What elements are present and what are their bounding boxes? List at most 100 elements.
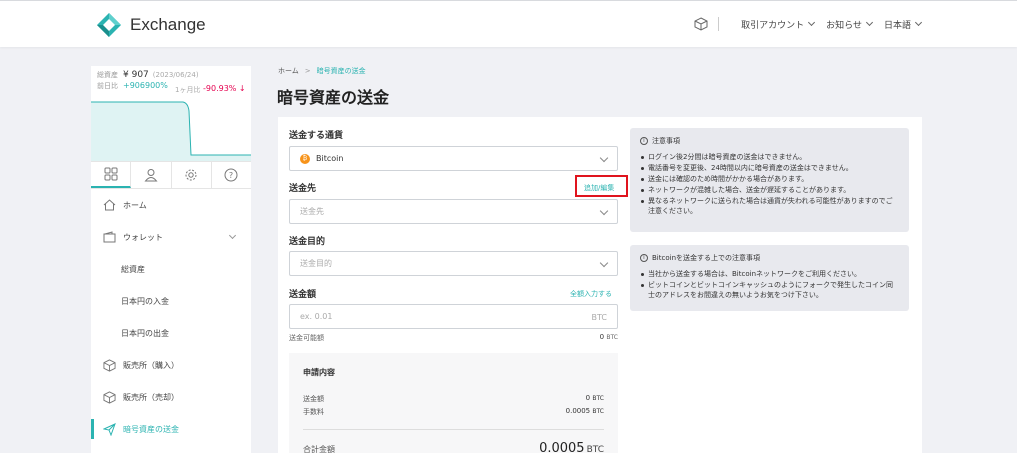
page-title: 暗号資産の送金	[277, 88, 390, 107]
sidebar-item-jpy-deposit[interactable]: 日本円の入金	[91, 285, 251, 317]
user-icon	[144, 169, 158, 182]
divider	[303, 429, 604, 430]
sidebar-item-label: 日本円の出金	[121, 328, 169, 338]
notice-item: ネットワークが混雑した場合、送金が遅延することがあります。	[640, 185, 899, 195]
account-menu[interactable]: 取引アカウント	[741, 18, 816, 31]
tab-settings[interactable]	[172, 162, 212, 188]
total-assets-value: ¥ 907	[123, 70, 149, 80]
chevron-down-icon	[808, 18, 816, 27]
svg-text:?: ?	[229, 171, 233, 180]
purpose-select[interactable]: 送金目的	[289, 251, 618, 276]
currency-selected: Bitcoin	[316, 154, 344, 163]
summary-unit: BTC	[592, 395, 604, 402]
destination-select[interactable]: 送金先	[289, 199, 618, 224]
purpose-placeholder: 送金目的	[300, 259, 332, 268]
grid-icon	[104, 167, 118, 181]
sidebar-tabs: ?	[91, 161, 251, 189]
available-unit: BTC	[606, 334, 618, 341]
summary-fee-value: 0.0005	[565, 407, 591, 415]
notice-item: 異なるネットワークに送られた場合は通貨が失われる可能性がありますのでご注意くださ…	[640, 196, 899, 216]
send-icon	[103, 422, 116, 436]
sidebar-item-label: 販売所（購入）	[123, 360, 179, 370]
breadcrumb-home[interactable]: ホーム	[278, 67, 299, 75]
chevron-down-icon	[228, 231, 237, 240]
sidebar-item-label: 日本円の入金	[121, 296, 169, 306]
day-change-label: 前日比	[97, 82, 118, 90]
chevron-down-icon	[599, 153, 609, 163]
sidebar-item-buy[interactable]: 販売所（購入）	[91, 349, 251, 381]
currency-label: 送金する通貨	[289, 131, 344, 141]
info-icon: i	[640, 254, 648, 262]
sidebar-item-label: 暗号資産の送金	[123, 424, 179, 434]
summary-amount-value: 0	[585, 394, 591, 402]
account-menu-label: 取引アカウント	[741, 20, 805, 31]
summary-amount-label: 送金額	[303, 395, 324, 403]
notice-item: 送金には確認のため時間がかかる場合があります。	[640, 174, 899, 184]
tab-help[interactable]: ?	[212, 162, 251, 188]
breadcrumb-current: 暗号資産の送金	[316, 67, 366, 75]
sidebar-item-label: 総資産	[121, 264, 145, 274]
highlight-box	[575, 175, 628, 197]
chevron-right-icon: >	[304, 67, 311, 75]
summary-total-row: 合計金額 0.0005 BTC	[303, 441, 604, 453]
notice-item: ビットコインとビットコインキャッシュのようにフォークで発生したコイン同士のアドレ…	[640, 280, 899, 300]
header-nav: 取引アカウント お知らせ 日本語	[694, 1, 923, 47]
sidebar-item-label: 販売所（売却）	[123, 392, 179, 402]
breadcrumb: ホーム > 暗号資産の送金	[278, 66, 366, 76]
box-icon[interactable]	[694, 17, 708, 31]
gear-icon	[185, 169, 197, 181]
summary-total-label: 合計金額	[303, 445, 335, 453]
amount-unit: BTC	[591, 313, 608, 322]
info-icon: i	[640, 137, 648, 145]
notice-item: 電話番号を変更後、24時間以内に暗号資産の送金はできません。	[640, 163, 899, 173]
send-form-panel: 送金する通貨 ₿ Bitcoin 送金先 追加/編集 送金先 送金目的 送金目的…	[278, 117, 922, 453]
notice-title: 注意事項	[652, 137, 680, 145]
currency-select[interactable]: ₿ Bitcoin	[289, 146, 618, 171]
summary-fee-label: 手数料	[303, 408, 324, 416]
sidebar-item-home[interactable]: ホーム	[91, 189, 251, 221]
wallet-icon	[103, 231, 116, 243]
notice-item: 当社から送金する場合は、Bitcoinネットワークをご利用ください。	[640, 269, 899, 279]
logo-icon	[97, 13, 121, 37]
total-assets-label: 総資産	[97, 71, 118, 79]
sidebar: 総資産 ¥ 907 (2023/06/24) 前日比 +906900% 1ヶ月比…	[91, 66, 251, 453]
chevron-down-icon	[599, 258, 609, 268]
enter-full-amount-link[interactable]: 全額入力する	[570, 289, 612, 299]
box-icon	[103, 390, 116, 404]
summary-unit: BTC	[592, 408, 604, 415]
tab-profile[interactable]	[131, 162, 172, 188]
tab-dashboard[interactable]	[91, 162, 132, 188]
help-icon: ?	[224, 168, 238, 182]
sidebar-item-crypto-send[interactable]: 暗号資産の送金	[91, 413, 251, 445]
sidebar-item-jpy-withdraw[interactable]: 日本円の出金	[91, 317, 251, 349]
sidebar-item-wallet[interactable]: ウォレット	[91, 221, 251, 253]
amount-label: 送金額	[289, 290, 317, 300]
top-header: Exchange 取引アカウント お知らせ 日本語	[0, 0, 1017, 47]
balance-widget: 総資産 ¥ 907 (2023/06/24) 前日比 +906900% 1ヶ月比…	[91, 66, 251, 161]
summary-title: 申請内容	[303, 368, 335, 377]
purpose-label: 送金目的	[289, 237, 326, 247]
divider	[718, 17, 720, 31]
news-menu[interactable]: お知らせ	[826, 18, 874, 31]
summary-total-value: 0.0005	[539, 441, 585, 453]
language-menu[interactable]: 日本語	[883, 18, 923, 31]
available-value: 0	[599, 333, 605, 341]
day-change-value: +906900%	[123, 81, 168, 90]
language-menu-label: 日本語	[883, 20, 911, 31]
summary-unit: BTC	[586, 445, 604, 453]
sidebar-item-total-assets[interactable]: 総資産	[91, 253, 251, 285]
news-menu-label: お知らせ	[826, 20, 862, 31]
sidebar-item-sell[interactable]: 販売所（売却）	[91, 381, 251, 413]
chevron-down-icon	[865, 18, 874, 27]
notice-box-bitcoin: i Bitcoinを送金する上での注意事項 当社から送金する場合は、Bitcoin…	[630, 245, 909, 311]
chevron-down-icon	[914, 18, 923, 27]
home-icon	[103, 199, 116, 211]
available-amount: 送金可能額 0 BTC	[289, 333, 618, 343]
notice-item: ログイン後2分間は暗号資産の送金はできません。	[640, 152, 899, 162]
balance-date: (2023/06/24)	[152, 71, 199, 79]
amount-input[interactable]: ex. 0.01 BTC	[289, 304, 618, 329]
chevron-down-icon	[599, 206, 609, 216]
summary-box: 申請内容 送金額 0 BTC 手数料 0.0005 BTC 合計金額 0.000…	[289, 353, 618, 453]
logo[interactable]: Exchange	[96, 12, 206, 38]
balance-chart	[91, 101, 251, 161]
